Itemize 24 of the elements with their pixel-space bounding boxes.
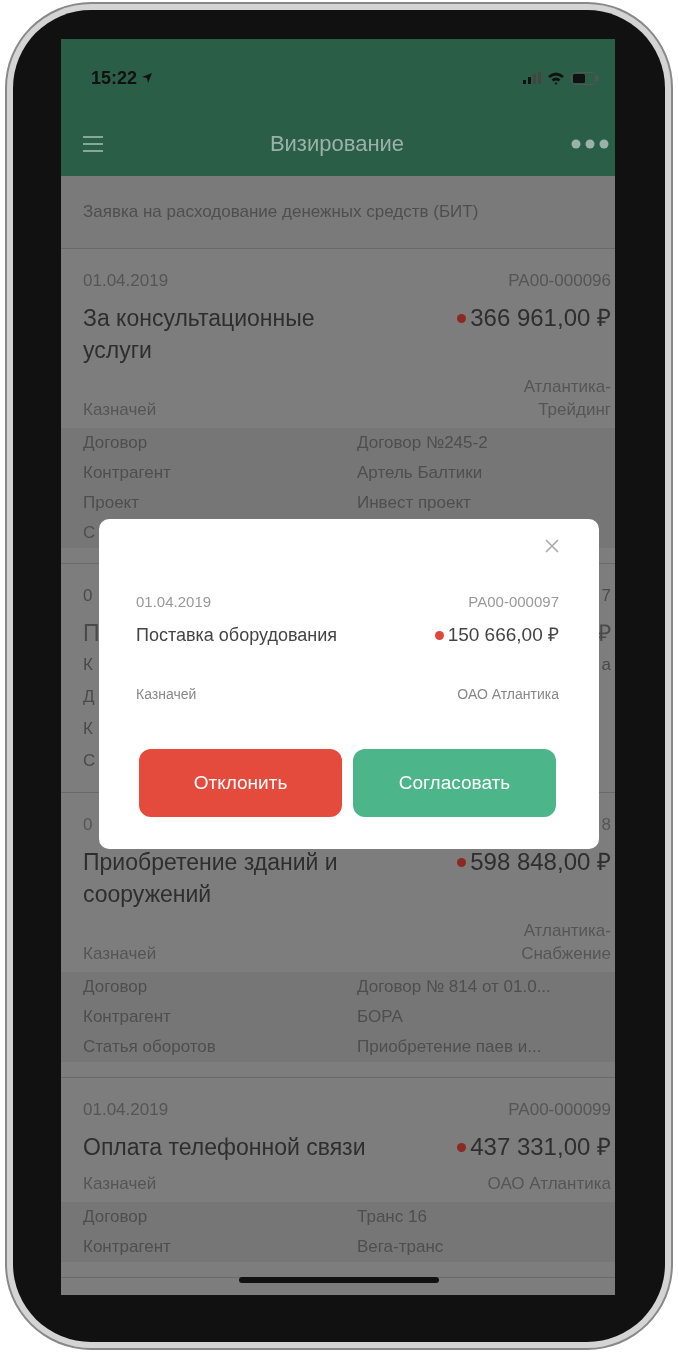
modal-date: 01.04.2019: [136, 592, 212, 612]
card-title: За консультационные услуги: [83, 304, 316, 365]
card-title: Оплата телефонной связи: [83, 1133, 366, 1162]
signal-icon: [523, 72, 541, 84]
card-title: Приобретение зданий и сооружений: [83, 848, 339, 909]
modal-title: Поставка оборудования: [136, 624, 337, 647]
more-icon[interactable]: [571, 138, 609, 149]
wifi-icon: [547, 71, 565, 85]
close-icon[interactable]: [545, 539, 559, 553]
modal-amount: 150 666,00 ₽: [447, 623, 559, 647]
reject-button[interactable]: Отклонить: [139, 749, 342, 817]
approve-button[interactable]: Согласовать: [353, 749, 556, 817]
card-amount: 366 961,00 ₽: [470, 303, 611, 333]
location-arrow-icon: [141, 72, 154, 84]
battery-icon: [571, 71, 599, 85]
menu-icon[interactable]: [83, 134, 103, 153]
header-title: Визирование: [269, 130, 405, 158]
status-time: 15:22: [91, 66, 138, 90]
treasurer-value: ОАО Атлантика: [457, 685, 559, 704]
modal-number: РА00-000097: [468, 592, 559, 612]
covered-text: ₽: [598, 619, 611, 648]
treasurer-label: Казначей: [136, 685, 197, 704]
card-amount: 598 848,00 ₽: [470, 847, 611, 877]
card-amount: 437 331,00 ₽: [470, 1132, 611, 1162]
